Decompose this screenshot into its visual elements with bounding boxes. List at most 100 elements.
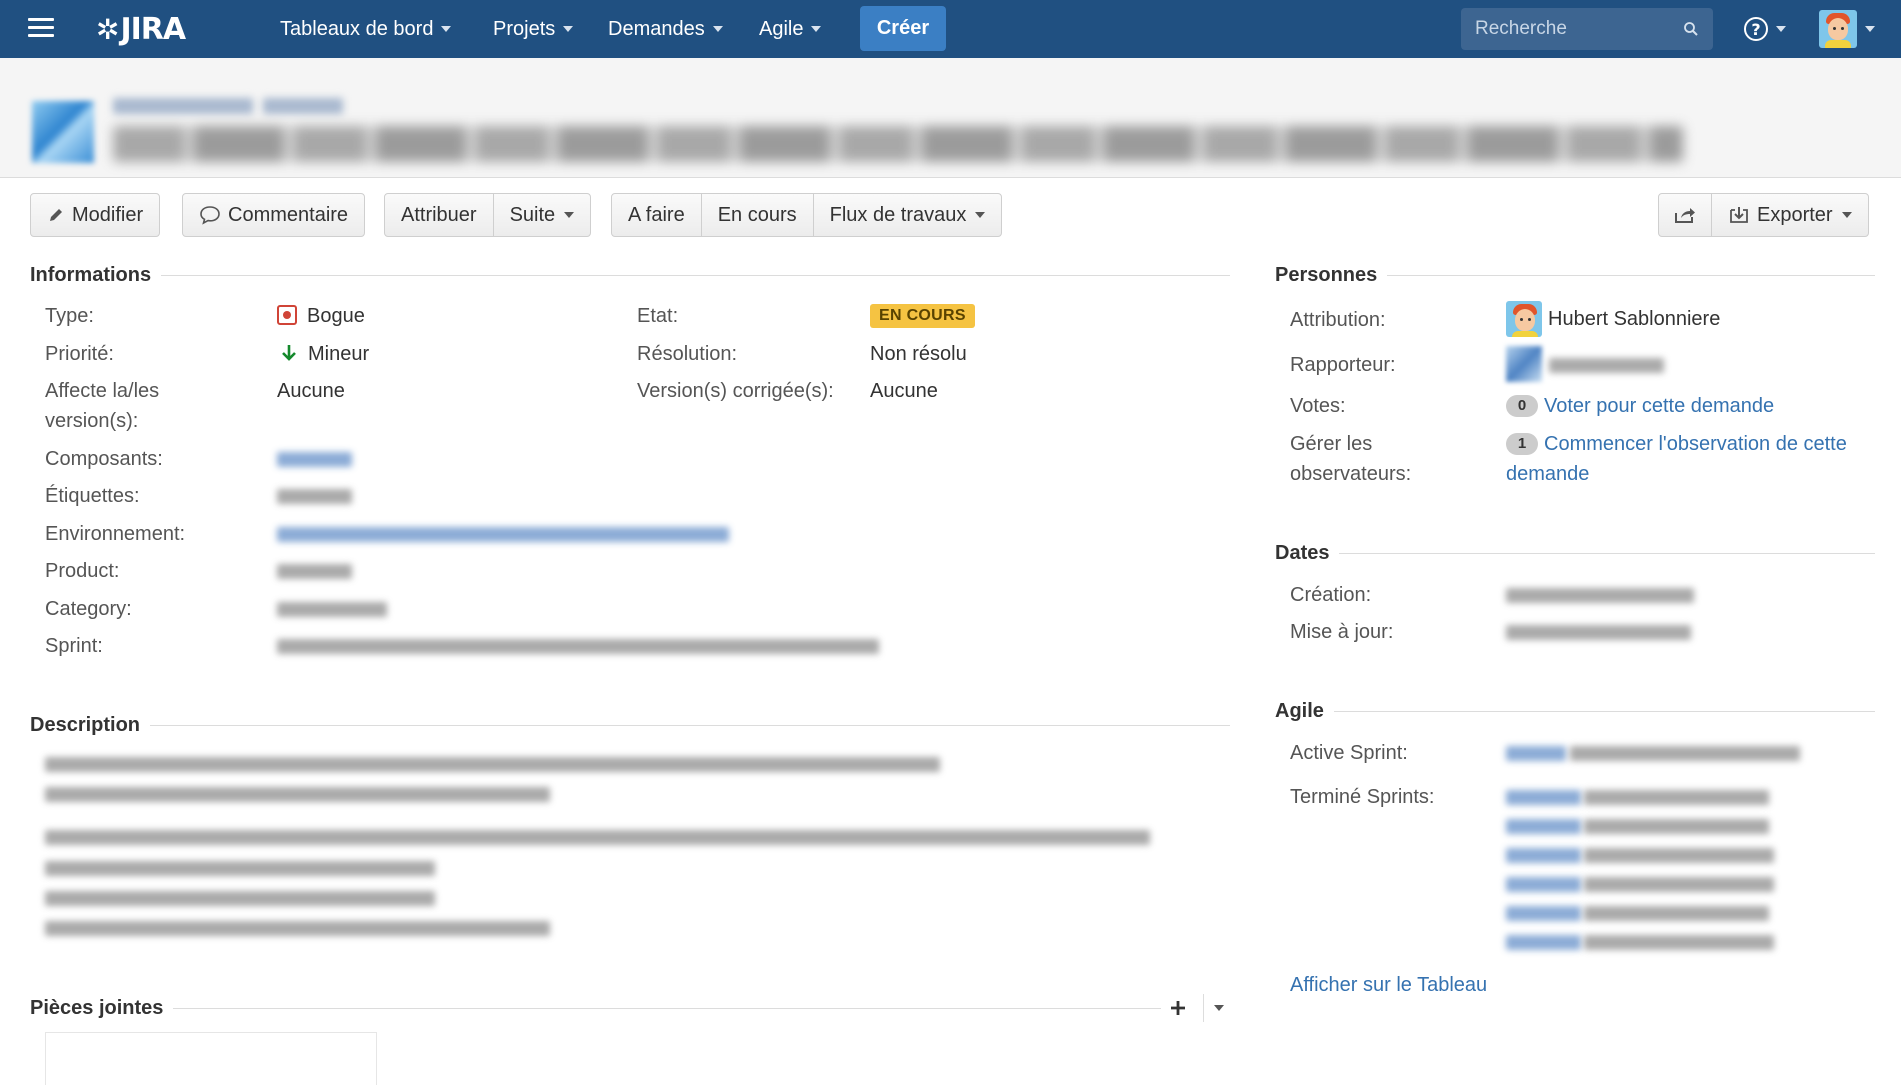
search-icon[interactable] <box>1683 21 1699 37</box>
jira-logo[interactable]: ✲ JIRA <box>96 11 186 47</box>
description-line <box>45 891 435 906</box>
completed-sprint-link[interactable] <box>1506 848 1581 863</box>
environment-value-blurred[interactable] <box>277 527 729 542</box>
issue-summary-blurred <box>113 126 1683 162</box>
details-section-heading[interactable]: Informations <box>30 263 1230 287</box>
section-divider <box>161 274 1230 276</box>
chevron-down-icon <box>1865 26 1875 32</box>
arrow-down-priority-icon <box>282 345 296 361</box>
todo-transition-button[interactable]: A faire <box>612 194 701 236</box>
reporter-name-blurred[interactable] <box>1549 358 1664 373</box>
updated-label: Mise à jour: <box>1290 621 1394 643</box>
completed-sprint-link[interactable] <box>1506 790 1581 805</box>
vote-link[interactable]: Voter pour cette demande <box>1544 395 1774 417</box>
dates-heading-text: Dates <box>1275 541 1330 564</box>
assignee-avatar <box>1506 301 1542 337</box>
status-badge: EN COURS <box>870 304 975 328</box>
chevron-down-icon <box>1776 26 1786 32</box>
breadcrumb[interactable] <box>113 95 343 117</box>
section-divider <box>150 724 1230 726</box>
export-menu-label: Exporter <box>1757 203 1833 226</box>
section-divider <box>1333 710 1875 712</box>
section-divider <box>1339 552 1875 554</box>
completed-sprint-date <box>1584 935 1774 950</box>
agile-section-heading[interactable]: Agile <box>1275 699 1875 723</box>
nav-agile-menu[interactable]: Agile <box>759 0 822 58</box>
description-section-heading[interactable]: Description <box>30 713 1230 737</box>
affects-versions-label-line1: Affecte la/les <box>45 380 160 402</box>
attachments-section-heading[interactable]: Pièces jointes <box>30 994 1230 1022</box>
completed-sprint-link[interactable] <box>1506 819 1581 834</box>
priority-label: Priorité: <box>45 343 114 365</box>
completed-sprint-link[interactable] <box>1506 906 1581 921</box>
speech-bubble-icon <box>200 206 220 225</box>
reporter-label: Rapporteur: <box>1290 354 1396 376</box>
affects-versions-value[interactable]: Aucune <box>277 376 345 406</box>
in-progress-transition-button[interactable]: En cours <box>700 194 813 236</box>
completed-sprint-link[interactable] <box>1506 877 1581 892</box>
category-value-blurred <box>277 602 387 617</box>
watchers-count-badge[interactable]: 1 <box>1506 433 1538 455</box>
votes-value[interactable]: 0 Voter pour cette demande <box>1506 391 1774 421</box>
labels-value-blurred[interactable] <box>277 489 352 504</box>
completed-sprint-link[interactable] <box>1506 935 1581 950</box>
quick-search-box[interactable] <box>1461 8 1713 50</box>
watchers-value[interactable]: 1 Commencer l'observation de cette demande <box>1506 429 1876 489</box>
project-avatar[interactable] <box>32 101 94 163</box>
app-switcher-menu-icon[interactable] <box>28 18 54 38</box>
quick-search-input[interactable] <box>1475 18 1675 40</box>
sprint-label: Sprint: <box>45 635 103 657</box>
nav-projects-label: Projets <box>493 17 556 40</box>
description-line <box>45 787 550 802</box>
type-value-text: Bogue <box>307 305 365 327</box>
attachments-options-chevron-down-icon[interactable] <box>1214 1005 1224 1011</box>
assign-button[interactable]: Attribuer <box>385 194 493 236</box>
resolution-label: Résolution: <box>637 343 738 365</box>
comment-button-label: Commentaire <box>228 203 349 226</box>
fix-versions-value[interactable]: Aucune <box>870 376 938 406</box>
assignee-value[interactable]: Hubert Sablonniere <box>1506 301 1720 337</box>
completed-sprint-date <box>1584 906 1769 921</box>
active-sprint-link-blurred[interactable] <box>1506 746 1566 761</box>
completed-sprints-label: Terminé Sprints: <box>1290 786 1435 808</box>
watch-link-line2[interactable]: demande <box>1506 463 1589 485</box>
watchers-label: Gérer les observateurs: <box>1290 429 1411 489</box>
help-menu[interactable]: ? <box>1744 15 1786 43</box>
help-icon: ? <box>1744 17 1768 41</box>
attachments-dropzone[interactable] <box>45 1032 377 1085</box>
chevron-down-icon <box>564 212 575 218</box>
workflow-menu-button[interactable]: Flux de travaux <box>812 194 1002 236</box>
nav-issues-menu[interactable]: Demandes <box>608 0 723 58</box>
watch-link-line1[interactable]: Commencer l'observation de cette <box>1544 433 1847 455</box>
user-profile-menu[interactable] <box>1819 8 1875 50</box>
environment-label: Environnement: <box>45 523 186 545</box>
comment-button[interactable]: Commentaire <box>183 194 364 236</box>
product-label: Product: <box>45 560 120 582</box>
nav-projects-menu[interactable]: Projets <box>493 0 574 58</box>
created-date-blurred <box>1506 588 1694 603</box>
export-menu-button[interactable]: Exporter <box>1711 194 1868 236</box>
people-section-heading[interactable]: Personnes <box>1275 263 1875 287</box>
toolbar-separator <box>1203 994 1204 1022</box>
edit-button[interactable]: Modifier <box>31 194 159 236</box>
category-label: Category: <box>45 598 132 620</box>
type-value[interactable]: Bogue <box>277 301 365 331</box>
breadcrumb-project-blurred[interactable] <box>113 98 253 114</box>
dates-section-heading[interactable]: Dates <box>1275 541 1875 565</box>
priority-value[interactable]: Mineur <box>280 339 369 369</box>
more-actions-button[interactable]: Suite <box>492 194 591 236</box>
nav-dashboards-menu[interactable]: Tableaux de bord <box>280 0 452 58</box>
chevron-down-icon <box>811 26 822 32</box>
create-issue-button[interactable]: Créer <box>860 6 946 51</box>
chevron-down-icon <box>975 212 986 218</box>
add-attachment-plus-icon[interactable] <box>1169 999 1187 1017</box>
components-value-blurred[interactable] <box>277 452 352 467</box>
breadcrumb-issue-key-blurred[interactable] <box>263 98 343 114</box>
view-on-board-link[interactable]: Afficher sur le Tableau <box>1290 970 1487 1000</box>
priority-value-text: Mineur <box>308 343 370 365</box>
assignee-label: Attribution: <box>1290 309 1386 331</box>
share-icon <box>1675 208 1695 223</box>
share-button[interactable] <box>1659 194 1711 236</box>
chevron-down-icon <box>712 26 723 32</box>
type-label: Type: <box>45 305 94 327</box>
